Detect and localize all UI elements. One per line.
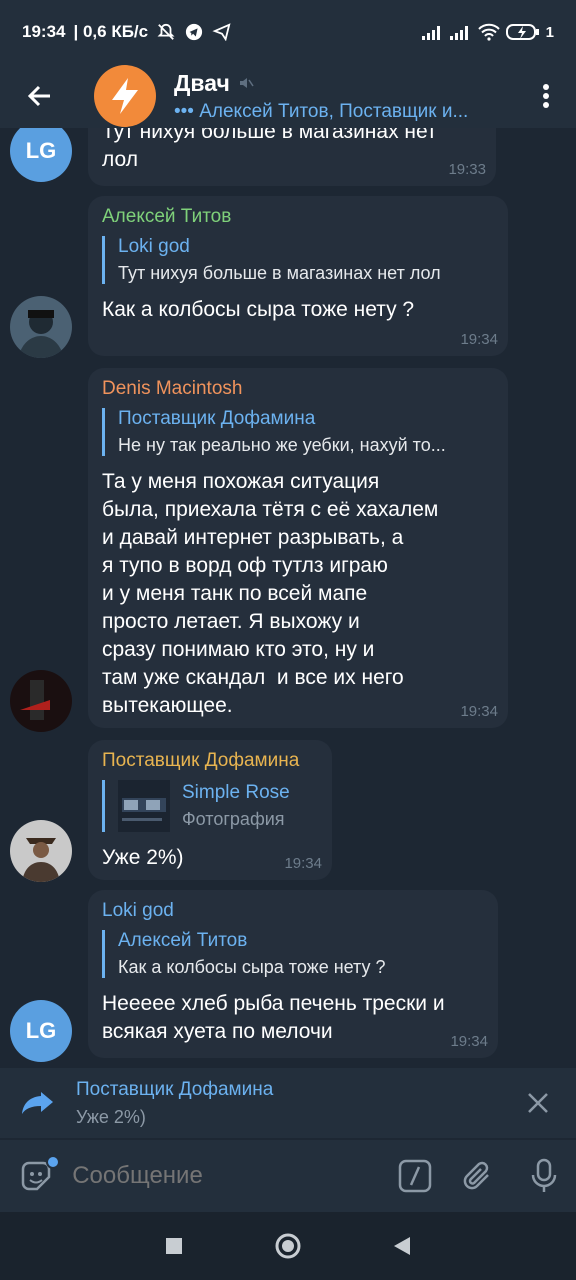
message-bubble[interactable]: Поставщик Дофамина Simple Rose Фотографи… xyxy=(88,740,332,880)
chat-title: Двач xyxy=(174,69,230,96)
status-bar: 19:34 | 0,6 КБ/с 1 xyxy=(0,0,576,64)
back-button[interactable] xyxy=(0,64,80,128)
reply-quote[interactable]: Loki god Тут нихуя больше в магазинах не… xyxy=(102,236,494,284)
chat-info[interactable]: Двач ••• Алексей Титов, Поставщик и... xyxy=(174,70,516,123)
avatar[interactable]: LG xyxy=(10,1000,72,1062)
message-time: 19:34 xyxy=(460,331,498,348)
back-nav-icon[interactable] xyxy=(392,1235,412,1257)
signal-icon xyxy=(421,26,440,40)
message-sender: Loki god xyxy=(102,900,174,921)
message-text: Тут нихуя больше в магазинах нет лол xyxy=(102,128,437,171)
arrow-back-icon xyxy=(27,85,50,107)
forward-arrow-icon xyxy=(22,1092,53,1114)
more-vertical-icon xyxy=(543,84,549,108)
chat-header: Двач ••• Алексей Титов, Поставщик и... xyxy=(0,64,576,128)
avatar[interactable] xyxy=(10,820,72,882)
close-reply-button[interactable] xyxy=(500,1092,576,1114)
reply-preview-bar[interactable]: Поставщик Дофамина Уже 2%) xyxy=(0,1068,576,1138)
reply-name: Simple Rose xyxy=(182,782,290,803)
reply-name: Алексей Титов xyxy=(118,930,248,951)
telegram-send-icon xyxy=(212,23,231,41)
status-time: 19:34 xyxy=(22,22,66,41)
lightning-icon xyxy=(112,78,138,114)
message-text: Неееее хлеб рыба печень трески и всякая … xyxy=(102,992,445,1043)
message-time: 19:33 xyxy=(448,161,486,178)
slash-command-icon xyxy=(398,1159,431,1193)
notification-dot xyxy=(46,1155,60,1169)
network-speed: | 0,6 КБ/с xyxy=(73,22,149,41)
message-bubble[interactable]: Loki god Алексей Титов Как а колбосы сыр… xyxy=(88,890,498,1058)
message-time: 19:34 xyxy=(284,855,322,872)
voice-record-button[interactable] xyxy=(511,1158,576,1194)
avatar[interactable] xyxy=(10,296,72,358)
telegram-icon xyxy=(185,23,203,41)
bot-commands-button[interactable] xyxy=(382,1159,447,1193)
reply-text: Фотография xyxy=(182,809,285,829)
reply-name: Поставщик Дофамина xyxy=(118,408,316,429)
avatar-initials: LG xyxy=(25,1018,57,1043)
microphone-icon xyxy=(531,1158,556,1192)
close-icon xyxy=(528,1093,548,1113)
wifi-icon xyxy=(477,23,500,41)
message-sender: Алексей Титов xyxy=(102,206,232,227)
battery-level: 1 xyxy=(545,23,554,41)
user-photo xyxy=(10,670,72,732)
photo-thumbnail xyxy=(118,780,170,832)
chat-typing-status: ••• Алексей Титов, Поставщик и... xyxy=(174,100,469,122)
bell-off-icon xyxy=(157,23,175,40)
reply-text: Не ну так реально же уебки, нахуй то... xyxy=(118,435,446,455)
avatar-initials: LG xyxy=(25,138,57,163)
reply-quote[interactable]: Simple Rose Фотография xyxy=(102,780,318,832)
reply-text: Тут нихуя больше в магазинах нет лол xyxy=(118,263,441,283)
attach-button[interactable] xyxy=(447,1159,512,1193)
reply-text: Как а колбосы сыра тоже нету ? xyxy=(118,957,386,977)
message-input[interactable] xyxy=(72,1162,383,1190)
avatar[interactable] xyxy=(10,670,72,732)
message-sender: Поставщик Дофамина xyxy=(102,750,300,771)
message-text: Как а колбосы сыра тоже нету ? xyxy=(102,298,415,321)
reply-quote[interactable]: Поставщик Дофамина Не ну так реально же … xyxy=(102,408,494,456)
message-time: 19:34 xyxy=(460,703,498,720)
reply-name: Loki god xyxy=(118,236,190,257)
message-bubble[interactable]: Denis Macintosh Поставщик Дофамина Не ну… xyxy=(88,368,508,728)
message-input-bar xyxy=(0,1140,576,1212)
message-bubble[interactable]: Алексей Титов Loki god Тут нихуя больше … xyxy=(88,196,508,356)
battery-icon xyxy=(505,24,539,40)
reply-quote[interactable]: Алексей Титов Как а колбосы сыра тоже не… xyxy=(102,930,484,978)
message-bubble[interactable]: Тут нихуя больше в магазинах нет лол 19:… xyxy=(88,128,496,186)
system-nav-bar xyxy=(0,1212,576,1280)
message-sender: Denis Macintosh xyxy=(102,378,243,399)
more-options-button[interactable] xyxy=(516,64,576,128)
emoji-button[interactable] xyxy=(0,1155,72,1193)
home-icon[interactable] xyxy=(274,1232,302,1260)
message-text: Та у меня похожая ситуация была, приехал… xyxy=(102,470,439,717)
message-time: 19:34 xyxy=(450,1033,488,1050)
chat-avatar[interactable] xyxy=(94,65,156,127)
recent-apps-icon[interactable] xyxy=(164,1236,184,1256)
user-photo xyxy=(10,296,72,358)
user-photo xyxy=(10,820,72,882)
muted-icon xyxy=(239,78,254,88)
reply-preview-name: Поставщик Дофамина xyxy=(76,1078,274,1100)
reply-preview-text: Уже 2%) xyxy=(76,1106,146,1127)
avatar[interactable]: LG xyxy=(10,128,72,182)
signal-icon-2 xyxy=(449,26,468,40)
paperclip-icon xyxy=(463,1161,489,1190)
message-list[interactable]: LG Тут нихуя больше в магазинах нет лол … xyxy=(0,128,576,1066)
